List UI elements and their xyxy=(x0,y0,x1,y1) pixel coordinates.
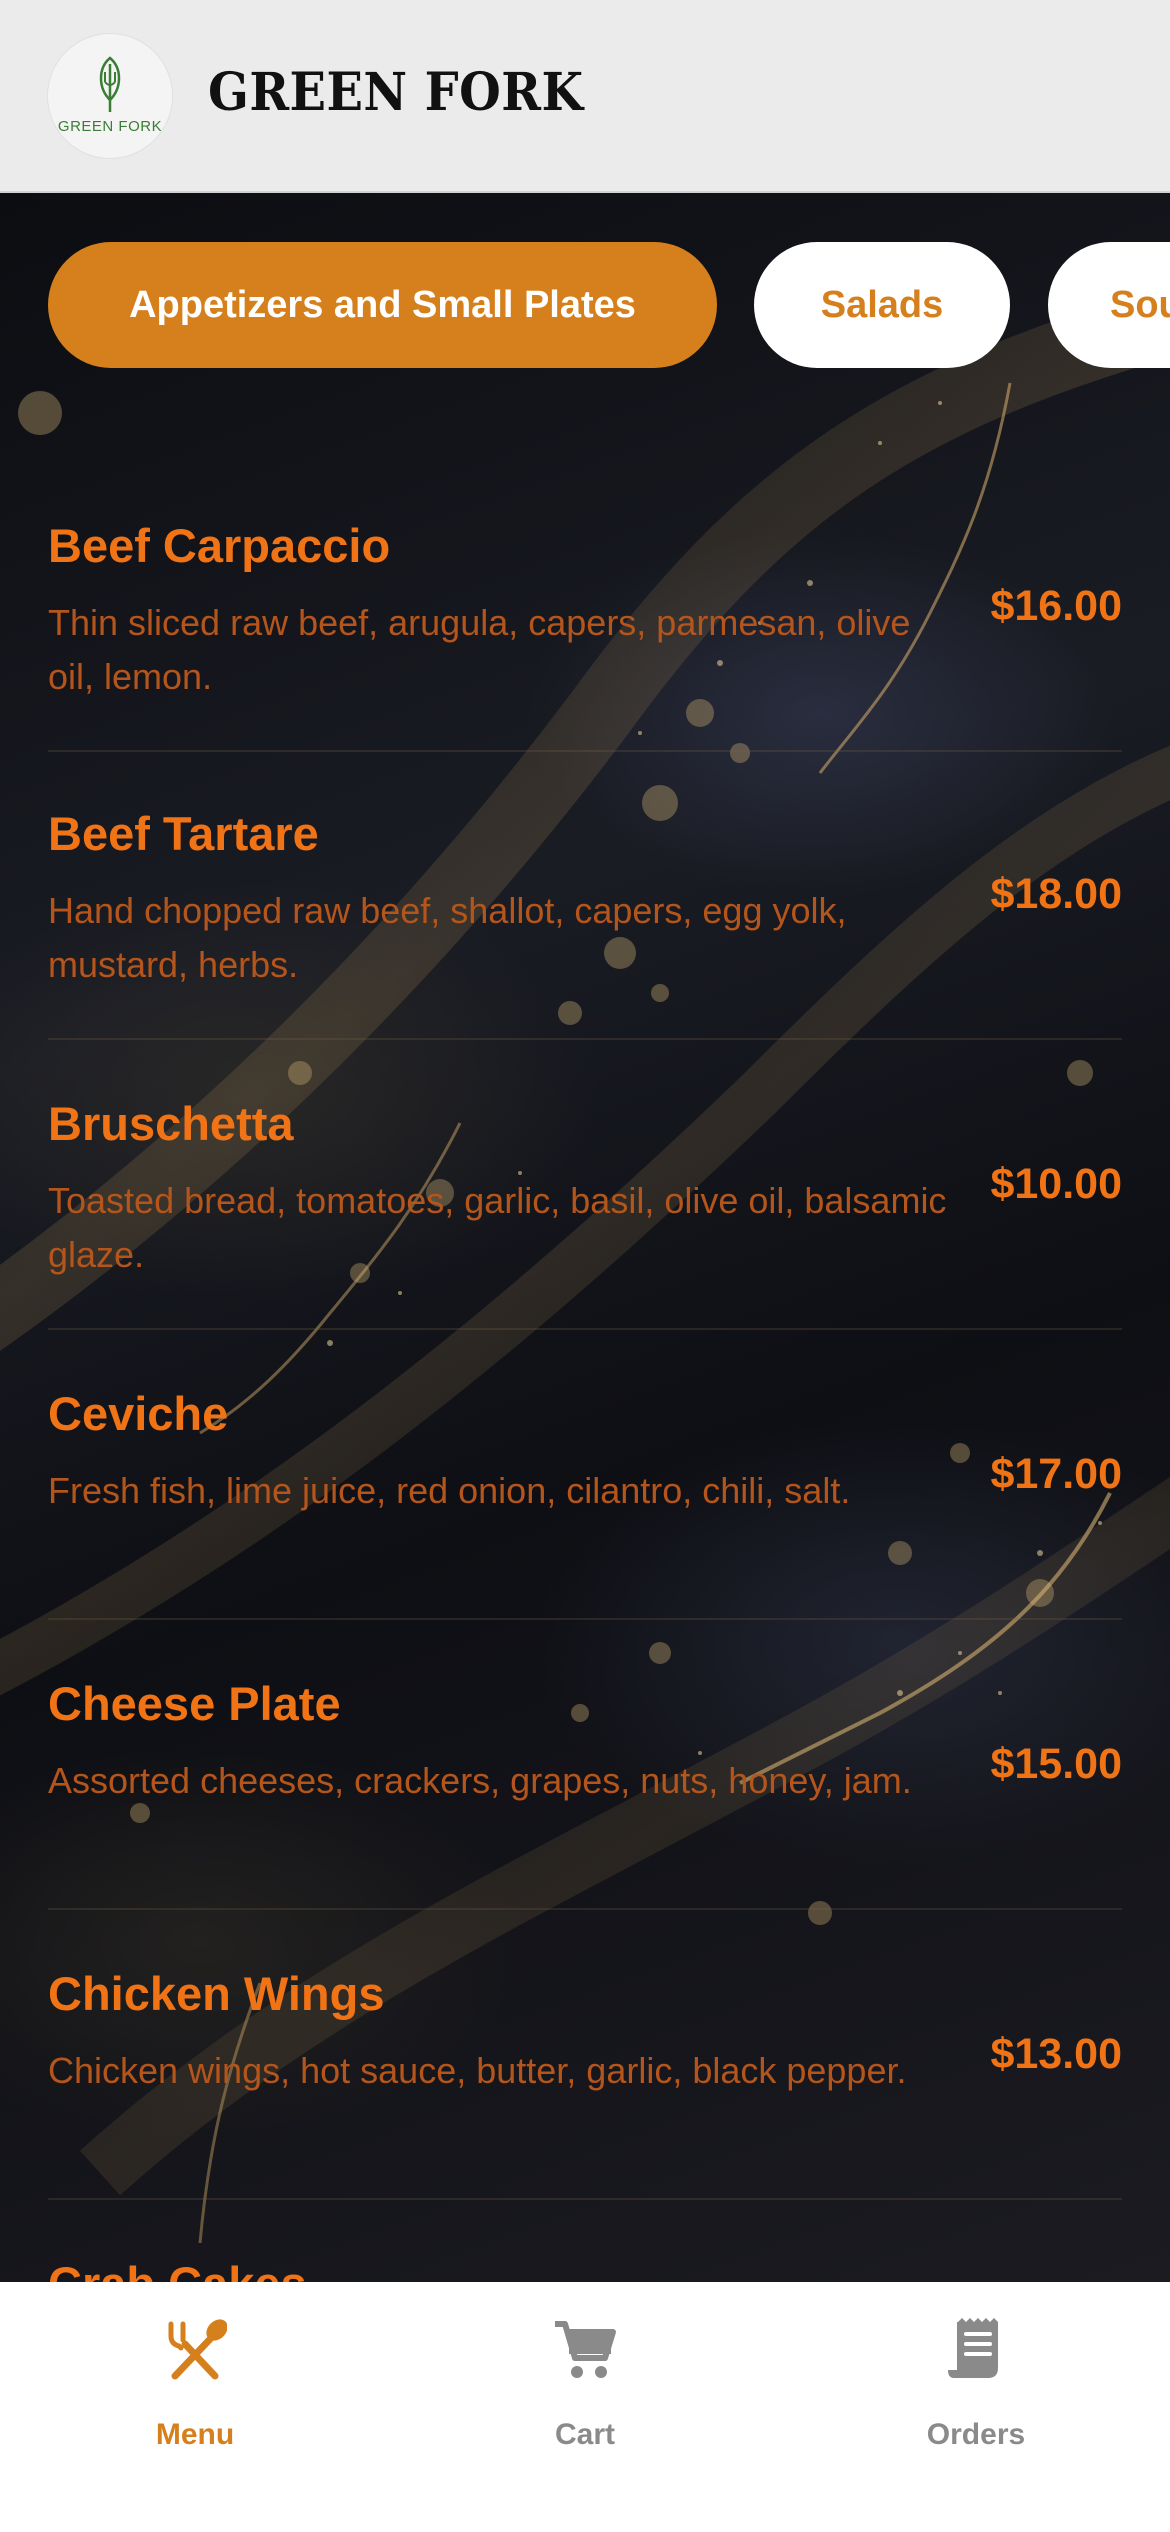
bottom-nav: Menu Cart Orders xyxy=(0,2282,1170,2532)
item-name: Chicken Wings xyxy=(48,1967,385,2020)
menu-item-ceviche[interactable]: Ceviche Fresh fish, lime juice, red onio… xyxy=(48,1338,1122,1628)
nav-cart-label: Cart xyxy=(554,2418,615,2451)
item-name: Ceviche xyxy=(48,1387,229,1440)
item-name: Cheese Plate xyxy=(48,1677,341,1730)
leaf-fork-icon xyxy=(99,56,121,112)
item-price: $18.00 xyxy=(990,870,1122,918)
menu-item-beef-tartare[interactable]: Beef Tartare Hand chopped raw beef, shal… xyxy=(48,758,1122,1048)
item-name: Bruschetta xyxy=(48,1097,294,1150)
item-name: Beef Tartare xyxy=(48,807,319,860)
nav-menu-label: Menu xyxy=(155,2418,235,2451)
divider xyxy=(48,1328,1122,1330)
menu-item-beef-carpaccio[interactable]: Beef Carpaccio Thin sliced raw beef, aru… xyxy=(48,470,1122,760)
receipt-icon xyxy=(948,2318,998,2378)
item-name: Beef Carpaccio xyxy=(48,519,391,572)
item-price: $16.00 xyxy=(990,582,1122,630)
divider xyxy=(48,1908,1122,1910)
item-price: $10.00 xyxy=(990,1160,1122,1208)
nav-menu[interactable]: Menu xyxy=(95,2318,295,2468)
cart-icon xyxy=(555,2321,616,2378)
logo-text: GREEN FORK xyxy=(57,118,163,135)
divider xyxy=(48,2198,1122,2200)
item-description: Hand chopped raw beef, shallot, capers, … xyxy=(48,890,847,985)
nav-cart[interactable]: Cart xyxy=(485,2318,685,2468)
nav-orders-label: Orders xyxy=(926,2418,1026,2451)
tab-soups[interactable]: Sou xyxy=(1048,242,1170,368)
menu-item-bruschetta[interactable]: Bruschetta Toasted bread, tomatoes, garl… xyxy=(48,1048,1122,1338)
item-price: $13.00 xyxy=(990,2030,1122,2078)
item-description: Chicken wings, hot sauce, butter, garlic… xyxy=(48,2050,907,2091)
item-description: Toasted bread, tomatoes, garlic, basil, … xyxy=(48,1180,947,1275)
divider xyxy=(48,750,1122,752)
app-header: GREEN FORK GREEN FORK xyxy=(0,0,1170,193)
nav-orders[interactable]: Orders xyxy=(876,2318,1076,2468)
divider xyxy=(48,1618,1122,1620)
tab-salads[interactable]: Salads xyxy=(754,242,1010,368)
brand-title: GREEN FORK xyxy=(208,62,584,123)
category-tabs: Appetizers and Small Plates Salads Sou xyxy=(0,242,1170,368)
logo[interactable]: GREEN FORK xyxy=(48,34,172,158)
fork-spoon-icon xyxy=(168,2319,227,2380)
menu-item-chicken-wings[interactable]: Chicken Wings Chicken wings, hot sauce, … xyxy=(48,1918,1122,2208)
item-price: $17.00 xyxy=(990,1450,1122,1498)
menu-item-cheese-plate[interactable]: Cheese Plate Assorted cheeses, crackers,… xyxy=(48,1628,1122,1918)
item-description: Thin sliced raw beef, arugula, capers, p… xyxy=(48,602,911,697)
item-price: $15.00 xyxy=(990,1740,1122,1788)
divider xyxy=(48,1038,1122,1040)
item-description: Assorted cheeses, crackers, grapes, nuts… xyxy=(48,1760,912,1801)
tab-appetizers[interactable]: Appetizers and Small Plates xyxy=(48,242,717,368)
item-description: Fresh fish, lime juice, red onion, cilan… xyxy=(48,1470,851,1511)
